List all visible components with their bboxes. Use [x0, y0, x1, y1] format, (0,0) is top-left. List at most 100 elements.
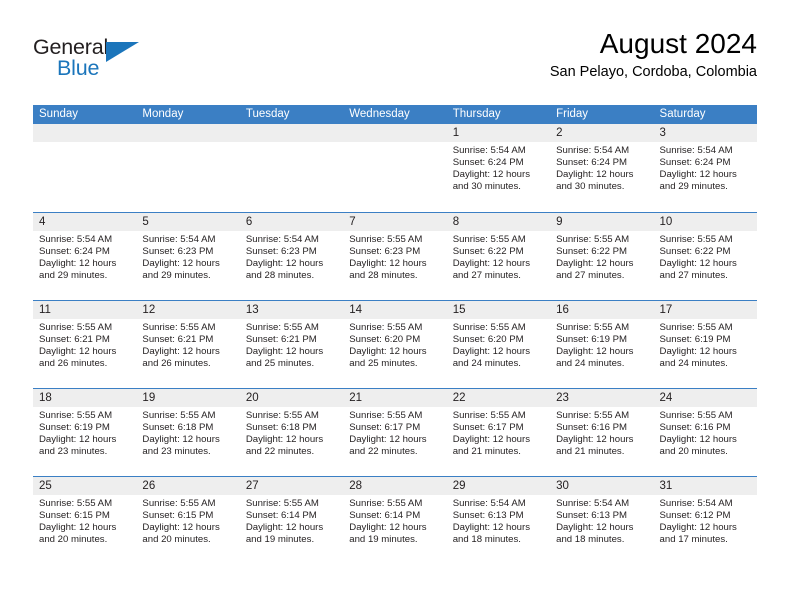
day-detail-line: Sunset: 6:19 PM	[659, 334, 731, 346]
day-detail-line: Sunset: 6:16 PM	[659, 422, 731, 434]
day-details: Sunrise: 5:55 AM Sunset: 6:14 PM Daylight:…	[343, 495, 446, 547]
day-details	[343, 142, 446, 145]
day-cell[interactable]: 8 Sunrise: 5:55 AM Sunset: 6:22 PM Daylight…	[446, 213, 551, 300]
day-cell[interactable]: 12 Sunrise: 5:55 AM Sunset: 6:21 PM Dayligh…	[136, 301, 240, 388]
day-number-band: 22	[446, 389, 551, 407]
day-detail-line: Daylight: 12 hours	[556, 169, 634, 181]
day-cell[interactable]: 13 Sunrise: 5:55 AM Sunset: 6:21 PM Dayligh…	[239, 301, 344, 388]
day-cell[interactable]: 7 Sunrise: 5:55 AM Sunset: 6:23 PM Daylight…	[343, 213, 447, 300]
day-detail-line: Sunrise: 5:55 AM	[556, 322, 630, 333]
day-number: 28	[349, 480, 363, 492]
day-cell[interactable]: 23 Sunrise: 5:55 AM Sunset: 6:16 PM Dayligh…	[550, 389, 654, 476]
day-details: Sunrise: 5:55 AM Sunset: 6:19 PM Daylight:…	[654, 319, 757, 371]
day-details: Sunrise: 5:54 AM Sunset: 6:24 PM Daylight:…	[447, 142, 550, 194]
day-detail-line: Sunrise: 5:55 AM	[39, 322, 113, 333]
day-number-band: 28	[343, 477, 447, 495]
day-detail-line: Daylight: 12 hours	[142, 346, 220, 358]
day-number: 30	[556, 480, 569, 492]
day-details: Sunrise: 5:55 AM Sunset: 6:15 PM Daylight:…	[33, 495, 136, 547]
day-cell[interactable]: 31 Sunrise: 5:54 AM Sunset: 6:12 PM Dayligh…	[653, 477, 757, 564]
day-details: Sunrise: 5:55 AM Sunset: 6:17 PM Daylight:…	[447, 407, 550, 459]
day-cell[interactable]: 18 Sunrise: 5:55 AM Sunset: 6:19 PM Dayligh…	[33, 389, 137, 476]
day-detail-line: Sunrise: 5:54 AM	[452, 145, 526, 156]
calendar-week-row: 11 Sunrise: 5:55 AM Sunset: 6:21 PM Dayligh…	[33, 300, 757, 388]
day-details: Sunrise: 5:55 AM Sunset: 6:22 PM Daylight:…	[550, 231, 653, 283]
day-cell[interactable]: 25 Sunrise: 5:55 AM Sunset: 6:15 PM Dayligh…	[33, 477, 137, 564]
day-cell[interactable]: 27 Sunrise: 5:55 AM Sunset: 6:14 PM Dayligh…	[239, 477, 344, 564]
day-detail-line: Sunset: 6:18 PM	[245, 422, 317, 434]
day-cell[interactable]: 21 Sunrise: 5:55 AM Sunset: 6:17 PM Dayligh…	[343, 389, 447, 476]
day-detail-line: Sunset: 6:18 PM	[142, 422, 214, 434]
day-detail-line: Sunset: 6:17 PM	[349, 422, 421, 434]
day-detail-line: and 18 minutes.	[556, 534, 625, 546]
day-number-band: 26	[136, 477, 240, 495]
day-cell[interactable]: 4 Sunrise: 5:54 AM Sunset: 6:24 PM Daylight…	[33, 213, 137, 300]
day-detail-line: Sunset: 6:12 PM	[659, 510, 731, 522]
day-details: Sunrise: 5:55 AM Sunset: 6:18 PM Daylight:…	[136, 407, 239, 459]
day-detail-line: and 28 minutes.	[349, 270, 418, 282]
day-detail-line: and 19 minutes.	[349, 534, 418, 546]
day-cell[interactable]: 24 Sunrise: 5:55 AM Sunset: 6:16 PM Dayligh…	[653, 389, 757, 476]
day-cell[interactable]: 22 Sunrise: 5:55 AM Sunset: 6:17 PM Dayligh…	[446, 389, 551, 476]
day-number-band: 23	[550, 389, 654, 407]
day-cell[interactable]: 16 Sunrise: 5:55 AM Sunset: 6:19 PM Dayligh…	[550, 301, 654, 388]
day-detail-line: Sunset: 6:24 PM	[39, 246, 110, 258]
day-number: 14	[349, 304, 363, 316]
day-detail-line: Daylight: 12 hours	[142, 258, 220, 270]
weekday-header-friday: Friday	[556, 108, 589, 120]
day-number-band: 29	[446, 477, 551, 495]
day-number-band: 16	[550, 301, 654, 319]
day-detail-line: Daylight: 12 hours	[245, 522, 324, 534]
calendar-weeks: 1 Sunrise: 5:54 AM Sunset: 6:24 PM Daylight…	[33, 124, 757, 564]
weekday-header-tuesday: Tuesday	[245, 108, 290, 120]
day-detail-line: and 18 minutes.	[452, 534, 521, 546]
day-detail-line: Daylight: 12 hours	[39, 522, 117, 534]
day-detail-line: Daylight: 12 hours	[349, 346, 427, 358]
day-detail-line: Sunrise: 5:55 AM	[349, 234, 423, 245]
day-details: Sunrise: 5:54 AM Sunset: 6:24 PM Daylight:…	[654, 142, 757, 194]
day-number: 22	[452, 392, 466, 404]
day-detail-line: Sunset: 6:17 PM	[452, 422, 524, 434]
day-number-band: 18	[33, 389, 137, 407]
day-cell[interactable]: 15 Sunrise: 5:55 AM Sunset: 6:20 PM Dayligh…	[446, 301, 551, 388]
day-cell[interactable]: 29 Sunrise: 5:54 AM Sunset: 6:13 PM Dayligh…	[446, 477, 551, 564]
weekday-header-wednesday: Wednesday	[349, 108, 410, 120]
day-cell[interactable]: 11 Sunrise: 5:55 AM Sunset: 6:21 PM Dayligh…	[33, 301, 137, 388]
day-number-band: 14	[343, 301, 447, 319]
day-number-band	[343, 124, 447, 142]
day-cell[interactable]: 10 Sunrise: 5:55 AM Sunset: 6:22 PM Dayligh…	[653, 213, 757, 300]
day-cell[interactable]: 30 Sunrise: 5:54 AM Sunset: 6:13 PM Dayligh…	[550, 477, 654, 564]
day-detail-line: Daylight: 12 hours	[142, 434, 220, 446]
day-detail-line: Sunrise: 5:55 AM	[659, 410, 733, 421]
day-detail-line: and 29 minutes.	[659, 181, 728, 193]
day-cell[interactable]: 17 Sunrise: 5:55 AM Sunset: 6:19 PM Dayligh…	[653, 301, 757, 388]
day-number: 25	[39, 480, 52, 492]
day-detail-line: Sunrise: 5:55 AM	[142, 322, 216, 333]
day-cell[interactable]: 3 Sunrise: 5:54 AM Sunset: 6:24 PM Daylight…	[653, 124, 757, 212]
day-number: 1	[452, 127, 460, 139]
day-detail-line: Sunrise: 5:55 AM	[349, 322, 423, 333]
day-cell[interactable]: 28 Sunrise: 5:55 AM Sunset: 6:14 PM Dayligh…	[343, 477, 447, 564]
day-cell[interactable]: 5 Sunrise: 5:54 AM Sunset: 6:23 PM Daylight…	[136, 213, 240, 300]
day-cell[interactable]: 6 Sunrise: 5:54 AM Sunset: 6:23 PM Daylight…	[239, 213, 344, 300]
day-cell[interactable]: 26 Sunrise: 5:55 AM Sunset: 6:15 PM Dayligh…	[136, 477, 240, 564]
day-cell[interactable]: 1 Sunrise: 5:54 AM Sunset: 6:24 PM Daylight…	[446, 124, 551, 212]
triangle-icon	[106, 42, 139, 62]
day-details	[136, 142, 239, 145]
day-cell[interactable]: 14 Sunrise: 5:55 AM Sunset: 6:20 PM Dayligh…	[343, 301, 447, 388]
day-details: Sunrise: 5:55 AM Sunset: 6:21 PM Daylight:…	[136, 319, 239, 371]
day-number: 5	[142, 216, 149, 228]
day-details: Sunrise: 5:54 AM Sunset: 6:23 PM Daylight:…	[240, 231, 343, 283]
day-cell[interactable]: 19 Sunrise: 5:55 AM Sunset: 6:18 PM Dayligh…	[136, 389, 240, 476]
day-number: 27	[245, 480, 259, 492]
day-detail-line: and 29 minutes.	[39, 270, 108, 282]
day-detail-line: Sunrise: 5:55 AM	[142, 410, 216, 421]
day-details: Sunrise: 5:55 AM Sunset: 6:15 PM Daylight:…	[136, 495, 239, 547]
day-detail-line: Sunset: 6:23 PM	[142, 246, 214, 258]
day-cell[interactable]: 9 Sunrise: 5:55 AM Sunset: 6:22 PM Daylight…	[550, 213, 654, 300]
day-number-band: 10	[653, 213, 757, 231]
day-cell[interactable]: 2 Sunrise: 5:54 AM Sunset: 6:24 PM Daylight…	[550, 124, 654, 212]
brand-logo[interactable]: General Blue	[33, 36, 163, 85]
day-cell[interactable]: 20 Sunrise: 5:55 AM Sunset: 6:18 PM Dayligh…	[239, 389, 344, 476]
day-detail-line: Sunrise: 5:54 AM	[142, 234, 216, 245]
